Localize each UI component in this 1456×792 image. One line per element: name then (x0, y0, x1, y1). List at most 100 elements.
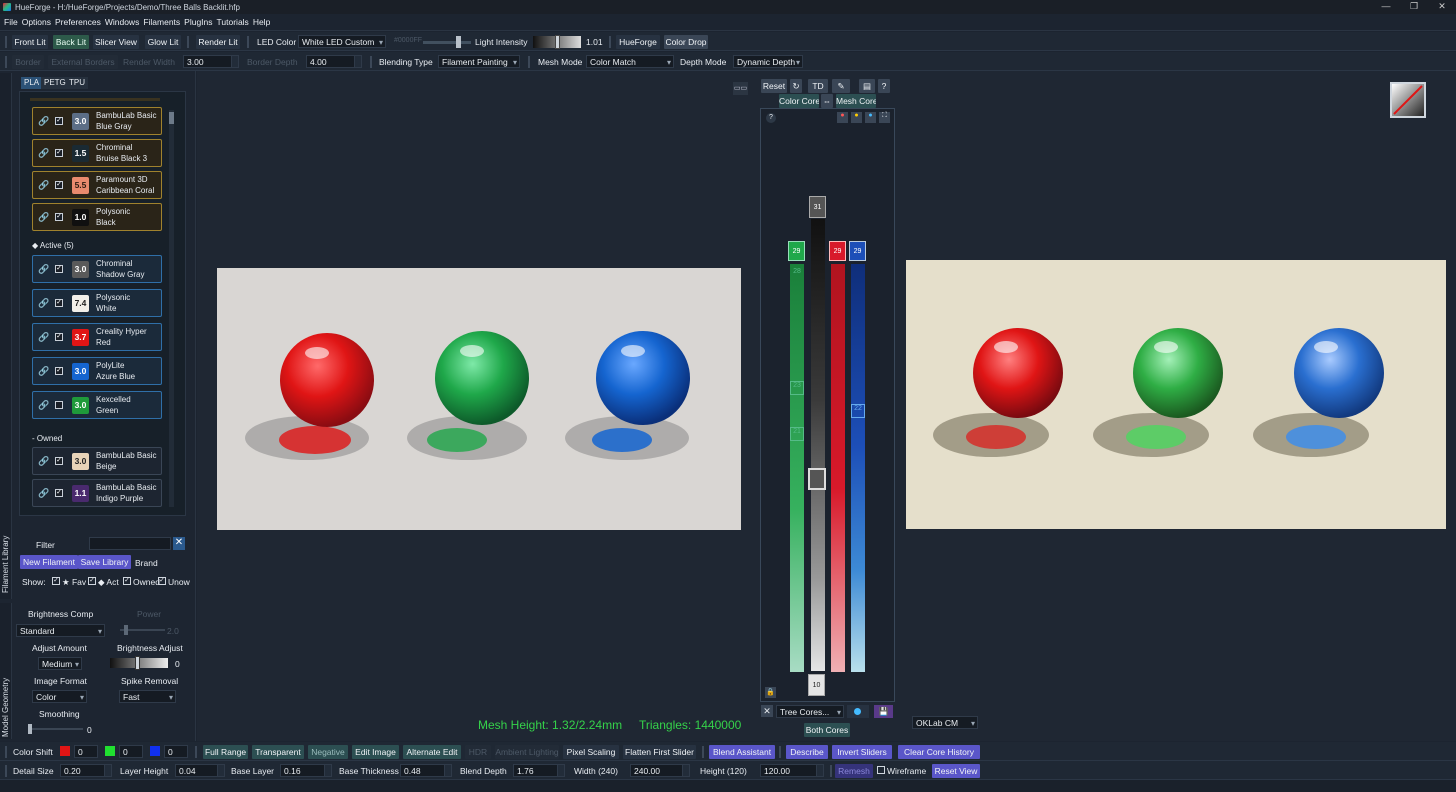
clear-core-history-button[interactable]: Clear Core History (898, 745, 980, 759)
link-icon[interactable]: 🔗 (38, 400, 49, 411)
green-marker-1[interactable]: 28 (790, 268, 804, 282)
filament-library-dock-tab[interactable]: Filament Library (0, 73, 12, 599)
blend-assistant-button[interactable]: Blend Assistant (709, 745, 775, 759)
gray-slider-handle[interactable] (808, 468, 826, 490)
link-icon[interactable]: 🔗 (38, 116, 49, 127)
new-filament-button[interactable]: New Filament (20, 555, 78, 569)
flatten-first-slider-button[interactable]: Flatten First Slider (623, 745, 696, 759)
blue-marker-1[interactable]: 22 (851, 404, 865, 418)
render-lit-button[interactable]: Render Lit (196, 35, 240, 49)
filament-checkbox[interactable]: ✓ (55, 299, 63, 307)
detail-size-input[interactable]: 0.20 (60, 764, 112, 777)
hdr-button[interactable]: HDR (465, 745, 491, 759)
blue-slider-track[interactable] (851, 264, 865, 672)
filter-input[interactable] (89, 537, 171, 550)
link-icon[interactable]: 🔗 (38, 264, 49, 275)
color-core-button[interactable]: Color Core (779, 94, 819, 108)
menu-windows[interactable]: Windows (105, 17, 139, 27)
link-icon[interactable]: 🔗 (38, 366, 49, 377)
save-library-button[interactable]: Save Library (78, 555, 131, 569)
link-icon[interactable]: 🔗 (38, 456, 49, 467)
menu-tutorials[interactable]: Tutorials (217, 17, 249, 27)
pixel-scaling-button[interactable]: Pixel Scaling (563, 745, 619, 759)
green-slider-track[interactable] (790, 264, 804, 672)
link-icon[interactable]: 🔗 (38, 148, 49, 159)
full-range-button[interactable]: Full Range (203, 745, 248, 759)
link-cores-icon[interactable]: ⇔ (821, 94, 833, 108)
globe-icon[interactable]: ● (865, 112, 876, 123)
save-cores-icon[interactable]: 💾 (874, 705, 893, 718)
led-slider-track[interactable] (423, 41, 471, 44)
show-active-checkbox[interactable]: ✓ (88, 577, 96, 585)
brightness-adjust-handle[interactable] (135, 656, 140, 670)
show-fav-checkbox[interactable]: ✓ (52, 577, 60, 585)
link-icon[interactable]: 🔗 (38, 212, 49, 223)
pencil-icon[interactable]: ✎ (832, 79, 850, 93)
ambient-lighting-button[interactable]: Ambient Lighting (495, 745, 559, 759)
brand-label[interactable]: Brand (135, 558, 158, 568)
filament-card[interactable]: 🔗 ✓ 1.0 Polysonic Black (32, 203, 162, 231)
color-space-dropdown[interactable]: OKLab CM (912, 716, 978, 729)
base-thickness-input[interactable]: 0.48 (400, 764, 452, 777)
menu-help[interactable]: Help (253, 17, 270, 27)
tree-cores-dropdown[interactable]: Tree Cores... (776, 705, 844, 718)
both-cores-button[interactable]: Both Cores (804, 723, 850, 737)
reset-view-button[interactable]: Reset View (932, 764, 980, 778)
link-icon[interactable]: 🔗 (38, 332, 49, 343)
spike-removal-dropdown[interactable]: Fast (119, 690, 176, 703)
tab-pla[interactable]: PLA (21, 77, 43, 89)
negative-button[interactable]: Negative (308, 745, 348, 759)
red-shift-input[interactable]: 0 (74, 745, 98, 758)
fire-icon[interactable]: ● (837, 112, 848, 123)
width-input[interactable]: 240.00 (630, 764, 690, 777)
filament-card[interactable]: 🔗 ✓ 7.4 Polysonic White (32, 289, 162, 317)
alternate-edit-button[interactable]: Alternate Edit (403, 745, 461, 759)
blue-shift-input[interactable]: 0 (164, 745, 188, 758)
color-drop-button[interactable]: Color Drop (664, 35, 708, 49)
model-geometry-tab-label[interactable]: Model Geometry (1, 678, 10, 737)
core-sliders-panel[interactable]: ? ● ● ● ⛶ 29 28 23 21 31 10 29 29 22 🔒 (760, 108, 895, 702)
brightness-comp-dropdown[interactable]: Standard (16, 624, 105, 637)
show-owned-checkbox[interactable]: ✓ (123, 577, 131, 585)
filament-checkbox[interactable]: ✓ (55, 213, 63, 221)
td-button[interactable]: TD (808, 79, 828, 93)
owned-section-header[interactable]: - Owned (32, 434, 62, 443)
glow-lit-button[interactable]: Glow Lit (145, 35, 181, 49)
slicer-view-button[interactable]: Slicer View (93, 35, 139, 49)
light-intensity-handle[interactable] (555, 35, 560, 49)
border-button[interactable]: Border (12, 55, 44, 69)
tab-petg[interactable]: PETG (41, 77, 69, 89)
lock-icon[interactable]: 🔒 (765, 687, 776, 698)
model-geometry-dock-tab[interactable]: Model Geometry (0, 603, 12, 739)
wireframe-checkbox[interactable] (877, 766, 885, 774)
filament-checkbox[interactable]: ✓ (55, 367, 63, 375)
filament-checkbox[interactable]: ✓ (55, 117, 63, 125)
filament-card[interactable]: 🔗 ✓ 5.5 Paramount 3D Caribbean Coral (32, 171, 162, 199)
tab-tpu[interactable]: TPU (66, 77, 88, 89)
show-unowned-checkbox[interactable]: ✓ (158, 577, 166, 585)
link-icon[interactable]: 🔗 (38, 488, 49, 499)
gray-slider-track[interactable] (811, 219, 825, 671)
filament-list[interactable]: 🔗 ✓ 3.0 BambuLab Basic Blue Gray 🔗 ✓ 1.5 Chromin… (19, 91, 186, 516)
filament-card[interactable]: 🔗 ✓ 3.0 PolyLite Azure Blue (32, 357, 162, 385)
smoothing-slider-handle[interactable] (28, 724, 32, 734)
menu-preferences[interactable]: Preferences (55, 17, 101, 27)
menu-plugins[interactable]: PlugIns (184, 17, 212, 27)
filament-card[interactable]: 🔗 ✓ 3.0 BambuLab Basic Beige (32, 447, 162, 475)
transparent-button[interactable]: Transparent (252, 745, 304, 759)
height-input[interactable]: 120.00 (760, 764, 824, 777)
filament-checkbox[interactable]: ✓ (55, 181, 63, 189)
hueforge-button[interactable]: HueForge (616, 35, 660, 49)
model-preview-image[interactable] (217, 268, 741, 530)
menu-file[interactable]: File (4, 17, 18, 27)
blending-type-dropdown[interactable]: Filament Painting (438, 55, 520, 68)
green-slider-top-label[interactable]: 29 (788, 241, 805, 261)
filament-checkbox[interactable]: ✓ (55, 149, 63, 157)
edit-image-button[interactable]: Edit Image (352, 745, 399, 759)
render-width-input[interactable]: 3.00 (183, 55, 239, 68)
link-icon[interactable]: 🔗 (38, 180, 49, 191)
layer-height-input[interactable]: 0.04 (175, 764, 225, 777)
invert-sliders-button[interactable]: Invert Sliders (832, 745, 892, 759)
image-format-dropdown[interactable]: Color (32, 690, 87, 703)
sphere-button[interactable] (847, 705, 869, 718)
